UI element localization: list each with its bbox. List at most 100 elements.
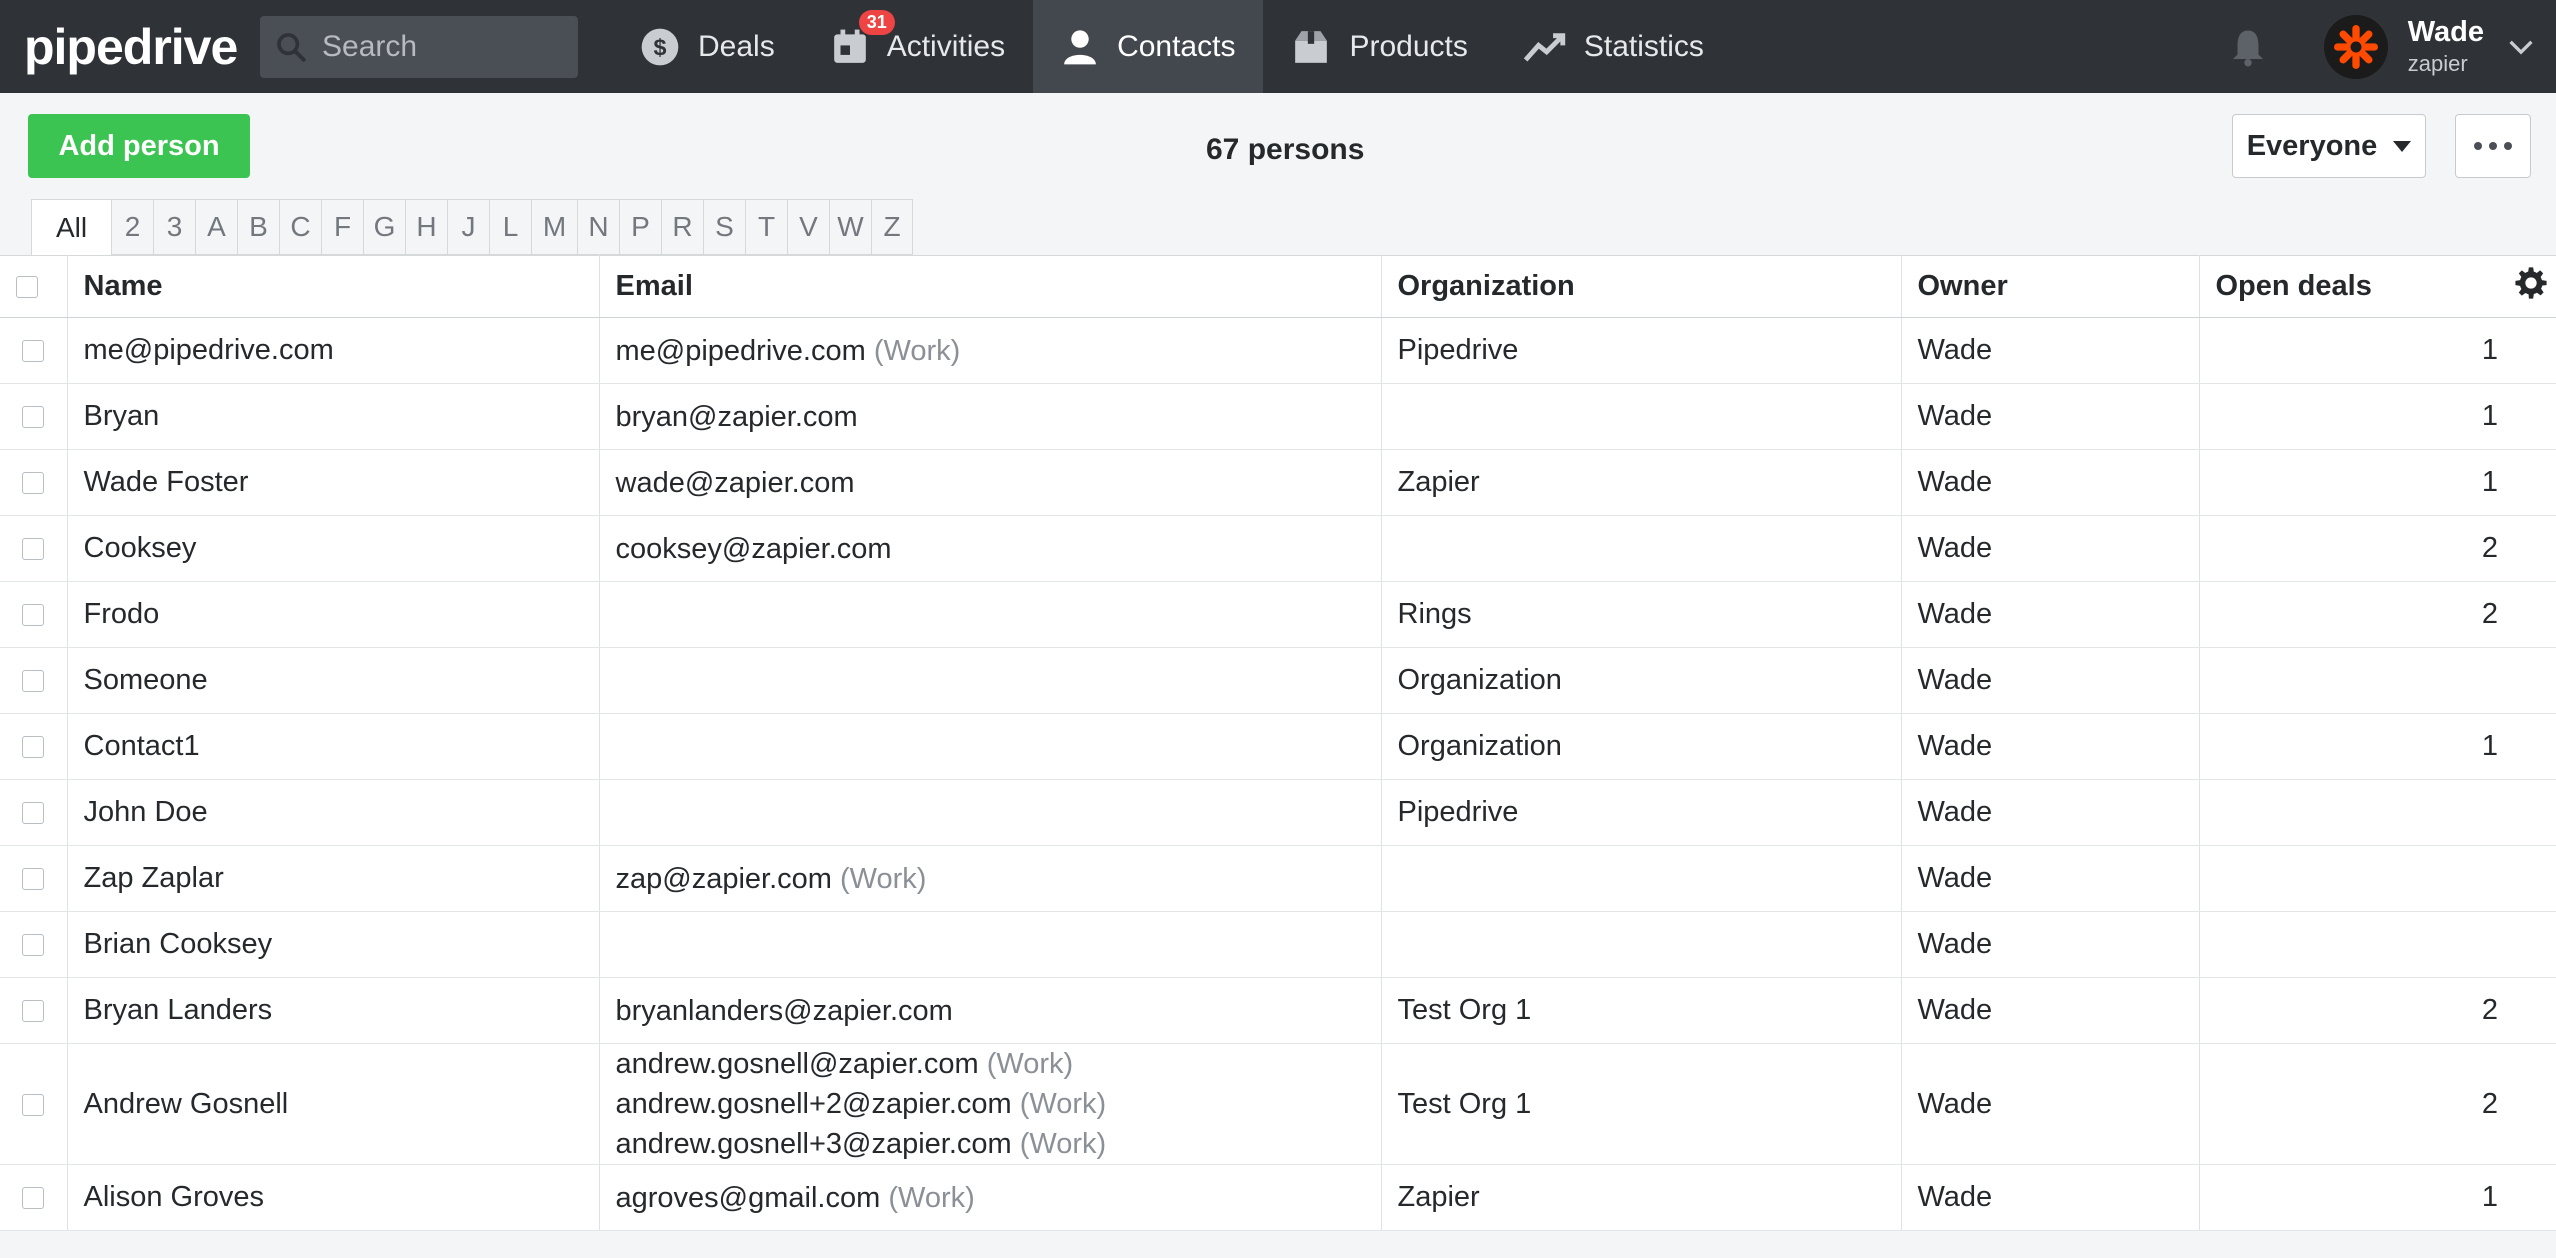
table-row[interactable]: Contact1 Organization Wade 1 — [0, 713, 2556, 780]
email-cell[interactable]: cooksey@zapier.com — [599, 515, 1382, 582]
open-deals-cell[interactable] — [2199, 647, 2498, 714]
row-checkbox[interactable] — [22, 340, 45, 363]
select-all-checkbox[interactable] — [16, 276, 38, 299]
alphabet-filter-b[interactable]: B — [237, 199, 279, 255]
organization-cell[interactable] — [1381, 383, 1902, 450]
table-row[interactable]: Andrew Gosnell andrew.gosnell@zapier.com … — [0, 1043, 2556, 1165]
email-cell[interactable]: wade@zapier.com — [599, 449, 1382, 516]
row-checkbox[interactable] — [22, 868, 45, 891]
open-deals-cell[interactable]: 2 — [2199, 515, 2498, 582]
organization-cell[interactable]: Rings — [1381, 581, 1902, 648]
owner-cell[interactable]: Wade — [1901, 581, 2200, 648]
row-checkbox[interactable] — [22, 1187, 45, 1210]
column-organization[interactable]: Organization — [1381, 255, 1902, 318]
row-checkbox[interactable] — [22, 1093, 45, 1116]
owner-cell[interactable]: Wade — [1901, 647, 2200, 714]
alphabet-filter-c[interactable]: C — [279, 199, 321, 255]
more-options-button[interactable] — [2455, 114, 2531, 178]
open-deals-cell[interactable] — [2199, 845, 2498, 912]
person-name-cell[interactable]: me@pipedrive.com — [67, 317, 600, 384]
open-deals-cell[interactable]: 1 — [2199, 317, 2498, 384]
owner-cell[interactable]: Wade — [1901, 1043, 2200, 1165]
avatar[interactable] — [2323, 14, 2388, 79]
person-name-cell[interactable]: John Doe — [67, 779, 600, 846]
person-name-cell[interactable]: Cooksey — [67, 515, 600, 582]
column-name[interactable]: Name — [67, 255, 600, 318]
email-address[interactable]: agroves@gmail.com — [616, 1182, 881, 1214]
email-cell[interactable]: andrew.gosnell@zapier.com (Work) andrew.g… — [599, 1043, 1382, 1165]
table-row[interactable]: Frodo Rings Wade 2 — [0, 581, 2556, 648]
email-cell[interactable] — [599, 713, 1382, 780]
table-row[interactable]: Alison Groves agroves@gmail.com (Work) Zap… — [0, 1164, 2556, 1231]
alphabet-filter-l[interactable]: L — [489, 199, 531, 255]
email-cell[interactable] — [599, 911, 1382, 978]
email-address[interactable]: me@pipedrive.com — [616, 335, 866, 367]
table-row[interactable]: Bryan bryan@zapier.com Wade 1 — [0, 383, 2556, 450]
alphabet-filter-3[interactable]: 3 — [153, 199, 195, 255]
nav-deals[interactable]: $ Deals — [612, 0, 803, 93]
owner-cell[interactable]: Wade — [1901, 779, 2200, 846]
table-row[interactable]: me@pipedrive.com me@pipedrive.com (Work) P… — [0, 317, 2556, 384]
alphabet-filter-a[interactable]: A — [195, 199, 237, 255]
owner-cell[interactable]: Wade — [1901, 449, 2200, 516]
row-checkbox[interactable] — [22, 1000, 45, 1023]
column-settings[interactable] — [2498, 255, 2556, 318]
owner-cell[interactable]: Wade — [1901, 977, 2200, 1044]
user-info[interactable]: Wade zapier — [2408, 16, 2484, 77]
alphabet-filter-f[interactable]: F — [321, 199, 363, 255]
row-checkbox[interactable] — [22, 472, 45, 495]
alphabet-filter-z[interactable]: Z — [871, 199, 913, 255]
organization-cell[interactable]: Pipedrive — [1381, 779, 1902, 846]
email-cell[interactable] — [599, 581, 1382, 648]
row-checkbox[interactable] — [22, 934, 45, 957]
table-row[interactable]: Zap Zaplar zap@zapier.com (Work) Wade — [0, 845, 2556, 912]
owner-filter-dropdown[interactable]: Everyone — [2232, 114, 2426, 178]
owner-cell[interactable]: Wade — [1901, 383, 2200, 450]
alphabet-filter-m[interactable]: M — [531, 199, 577, 255]
organization-cell[interactable]: Zapier — [1381, 1164, 1902, 1231]
table-row[interactable]: John Doe Pipedrive Wade — [0, 779, 2556, 846]
search-input[interactable] — [320, 28, 564, 65]
organization-cell[interactable]: Test Org 1 — [1381, 1043, 1902, 1165]
chevron-down-icon[interactable] — [2508, 38, 2534, 56]
row-checkbox[interactable] — [22, 538, 45, 561]
person-name-cell[interactable]: Wade Foster — [67, 449, 600, 516]
organization-cell[interactable] — [1381, 845, 1902, 912]
organization-cell[interactable]: Organization — [1381, 713, 1902, 780]
add-person-button[interactable]: Add person — [28, 114, 250, 178]
organization-cell[interactable]: Organization — [1381, 647, 1902, 714]
email-address[interactable]: wade@zapier.com — [616, 467, 855, 499]
open-deals-cell[interactable]: 2 — [2199, 1043, 2498, 1165]
email-cell[interactable] — [599, 647, 1382, 714]
owner-cell[interactable]: Wade — [1901, 1164, 2200, 1231]
nav-contacts[interactable]: Contacts — [1033, 0, 1264, 93]
open-deals-cell[interactable]: 2 — [2199, 581, 2498, 648]
alphabet-filter-w[interactable]: W — [829, 199, 871, 255]
email-cell[interactable]: zap@zapier.com (Work) — [599, 845, 1382, 912]
organization-cell[interactable]: Test Org 1 — [1381, 977, 1902, 1044]
alphabet-filter-all[interactable]: All — [31, 199, 111, 255]
organization-cell[interactable]: Zapier — [1381, 449, 1902, 516]
person-name-cell[interactable]: Andrew Gosnell — [67, 1043, 600, 1165]
person-name-cell[interactable]: Zap Zaplar — [67, 845, 600, 912]
owner-cell[interactable]: Wade — [1901, 911, 2200, 978]
column-open-deals[interactable]: Open deals — [2199, 255, 2498, 318]
row-checkbox[interactable] — [22, 802, 45, 825]
email-cell[interactable] — [599, 779, 1382, 846]
table-row[interactable]: Bryan Landers bryanlanders@zapier.com Test… — [0, 977, 2556, 1044]
alphabet-filter-t[interactable]: T — [745, 199, 787, 255]
open-deals-cell[interactable] — [2199, 911, 2498, 978]
email-address[interactable]: andrew.gosnell+2@zapier.com — [616, 1088, 1012, 1120]
alphabet-filter-g[interactable]: G — [363, 199, 405, 255]
search-box[interactable] — [260, 15, 578, 78]
column-owner[interactable]: Owner — [1901, 255, 2200, 318]
nav-activities[interactable]: 31 Activities — [803, 0, 1033, 93]
email-cell[interactable]: me@pipedrive.com (Work) — [599, 317, 1382, 384]
email-cell[interactable]: agroves@gmail.com (Work) — [599, 1164, 1382, 1231]
alphabet-filter-v[interactable]: V — [787, 199, 829, 255]
alphabet-filter-2[interactable]: 2 — [111, 199, 153, 255]
person-name-cell[interactable]: Bryan Landers — [67, 977, 600, 1044]
nav-statistics[interactable]: Statistics — [1496, 0, 1732, 93]
email-address[interactable]: bryanlanders@zapier.com — [616, 995, 953, 1027]
open-deals-cell[interactable]: 2 — [2199, 977, 2498, 1044]
